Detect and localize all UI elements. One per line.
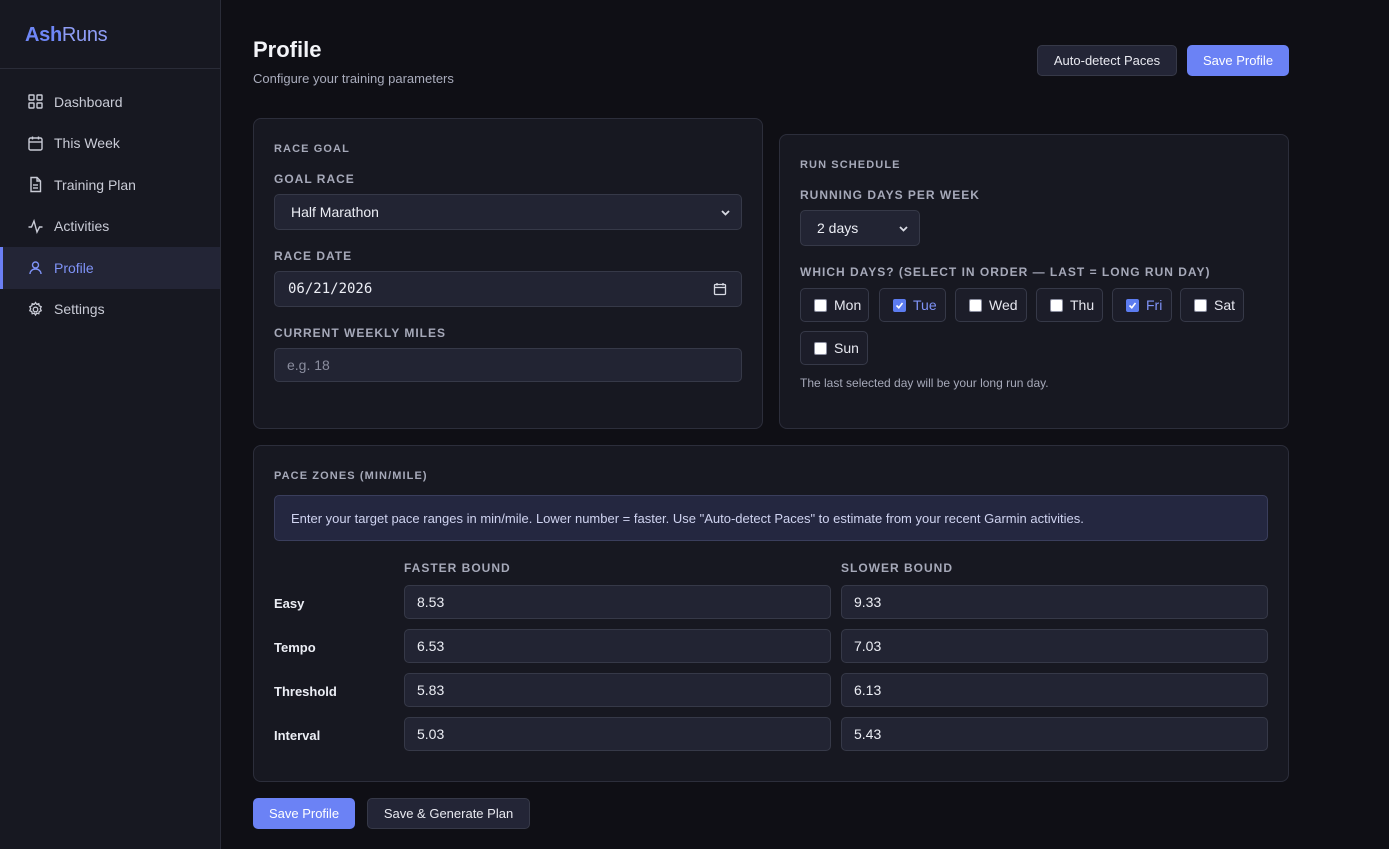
sidebar-item-label: Training Plan	[54, 176, 136, 193]
weekly-miles-input[interactable]: e.g. 18	[274, 348, 742, 382]
sidebar-item-label: Dashboard	[54, 93, 123, 110]
weekly-miles-label: CURRENT WEEKLY MILES	[274, 326, 447, 340]
checkbox-checked[interactable]	[893, 298, 906, 312]
checkbox[interactable]	[814, 341, 827, 355]
sidebar-item-label: Profile	[54, 259, 94, 276]
checkbox-checked[interactable]	[1126, 298, 1139, 312]
race-goal-card: RACE GOAL GOAL RACE Half Marathon RACE D…	[253, 118, 763, 429]
interval-slower-input[interactable]: 5.43	[841, 717, 1268, 751]
field-value: 5.03	[417, 726, 445, 742]
days-per-week-label: RUNNING DAYS PER WEEK	[800, 188, 980, 202]
race-date-value: 06/21/2026	[288, 281, 373, 297]
field-value: 8.53	[417, 594, 445, 610]
day-label: Mon	[834, 297, 862, 313]
check-icon	[1128, 302, 1137, 309]
sidebar-nav: Dashboard This Week Training Plan Activi…	[0, 69, 220, 330]
day-option-fri[interactable]: Fri	[1112, 288, 1172, 322]
day-option-mon[interactable]: Mon	[800, 288, 869, 322]
which-days-label: WHICH DAYS? (SELECT IN ORDER — LAST = LO…	[800, 265, 1211, 279]
weekly-miles-placeholder: e.g. 18	[287, 357, 330, 373]
calendar-picker-icon[interactable]	[713, 282, 727, 296]
sidebar-item-profile[interactable]: Profile	[0, 247, 220, 289]
day-option-thu[interactable]: Thu	[1036, 288, 1103, 322]
sidebar-item-training-plan[interactable]: Training Plan	[0, 164, 220, 206]
slower-bound-header: SLOWER BOUND	[841, 561, 953, 575]
day-label: Thu	[1070, 297, 1095, 313]
goal-race-value: Half Marathon	[291, 204, 379, 220]
day-label: Sun	[834, 340, 859, 356]
tempo-faster-input[interactable]: 6.53	[404, 629, 831, 663]
pace-zones-card: PACE ZONES (MIN/MILE) Enter your target …	[253, 445, 1289, 782]
threshold-faster-input[interactable]: 5.83	[404, 673, 831, 707]
sidebar-item-dashboard[interactable]: Dashboard	[0, 81, 220, 123]
gear-icon	[27, 301, 44, 318]
race-date-label: RACE DATE	[274, 249, 353, 263]
goal-race-label: GOAL RACE	[274, 172, 355, 186]
day-label: Wed	[989, 297, 1018, 313]
pace-zones-heading: PACE ZONES (MIN/MILE)	[274, 470, 428, 482]
app-logo[interactable]: AshRuns	[0, 0, 220, 69]
page-title: Profile	[253, 37, 322, 62]
activity-icon	[27, 218, 44, 235]
day-label: Tue	[913, 297, 937, 313]
page-subtitle: Configure your training parameters	[253, 71, 454, 86]
sidebar-item-settings[interactable]: Settings	[0, 289, 220, 331]
field-value: 5.43	[854, 726, 882, 742]
chevron-down-icon	[721, 210, 730, 216]
save-generate-plan-button[interactable]: Save & Generate Plan	[367, 798, 530, 829]
zone-name-threshold: Threshold	[274, 684, 337, 699]
grid-icon	[27, 93, 44, 110]
sidebar-item-label: Settings	[54, 301, 105, 318]
days-per-week-value: 2 days	[817, 220, 859, 236]
field-value: 7.03	[854, 638, 882, 654]
sidebar-item-label: Activities	[54, 218, 110, 235]
day-option-tue[interactable]: Tue	[879, 288, 946, 322]
zone-name-interval: Interval	[274, 728, 321, 743]
zone-name-easy: Easy	[274, 596, 305, 611]
document-icon	[27, 176, 44, 193]
checkbox[interactable]	[1194, 298, 1207, 312]
field-value: 6.13	[854, 682, 882, 698]
day-label: Fri	[1146, 297, 1163, 313]
field-value: 9.33	[854, 594, 882, 610]
calendar-icon	[27, 135, 44, 152]
day-option-sat[interactable]: Sat	[1180, 288, 1244, 322]
tempo-slower-input[interactable]: 7.03	[841, 629, 1268, 663]
day-label: Sat	[1214, 297, 1236, 313]
checkbox[interactable]	[814, 298, 827, 312]
faster-bound-header: FASTER BOUND	[404, 561, 511, 575]
checkbox[interactable]	[969, 298, 982, 312]
easy-faster-input[interactable]: 8.53	[404, 585, 831, 619]
race-date-input[interactable]: 06/21/2026	[274, 271, 742, 307]
days-per-week-select[interactable]: 2 days	[800, 210, 920, 246]
run-schedule-card: RUN SCHEDULE RUNNING DAYS PER WEEK 2 day…	[779, 134, 1289, 429]
check-icon	[895, 302, 904, 309]
easy-slower-input[interactable]: 9.33	[841, 585, 1268, 619]
race-goal-heading: RACE GOAL	[274, 143, 350, 155]
auto-detect-paces-button[interactable]: Auto-detect Paces	[1037, 45, 1177, 76]
field-value: 6.53	[417, 638, 445, 654]
checkbox[interactable]	[1050, 298, 1063, 312]
sidebar: AshRuns Dashboard This Week Training Pla…	[0, 0, 221, 849]
day-option-sun[interactable]: Sun	[800, 331, 868, 365]
threshold-slower-input[interactable]: 6.13	[841, 673, 1268, 707]
sidebar-item-this-week[interactable]: This Week	[0, 123, 220, 165]
pace-info-banner: Enter your target pace ranges in min/mil…	[274, 495, 1268, 541]
goal-race-select[interactable]: Half Marathon	[274, 194, 742, 230]
sidebar-item-activities[interactable]: Activities	[0, 206, 220, 248]
footer-save-profile-button[interactable]: Save Profile	[253, 798, 355, 829]
save-profile-button[interactable]: Save Profile	[1187, 45, 1289, 76]
chevron-down-icon	[899, 226, 908, 232]
brand-part1: Ash	[25, 24, 62, 46]
zone-name-tempo: Tempo	[274, 640, 316, 655]
user-icon	[27, 259, 44, 276]
field-value: 5.83	[417, 682, 445, 698]
run-schedule-heading: RUN SCHEDULE	[800, 159, 901, 171]
interval-faster-input[interactable]: 5.03	[404, 717, 831, 751]
long-run-hint: The last selected day will be your long …	[800, 376, 1049, 390]
brand-part2: Runs	[61, 24, 108, 46]
sidebar-item-label: This Week	[54, 135, 120, 152]
day-option-wed[interactable]: Wed	[955, 288, 1027, 322]
